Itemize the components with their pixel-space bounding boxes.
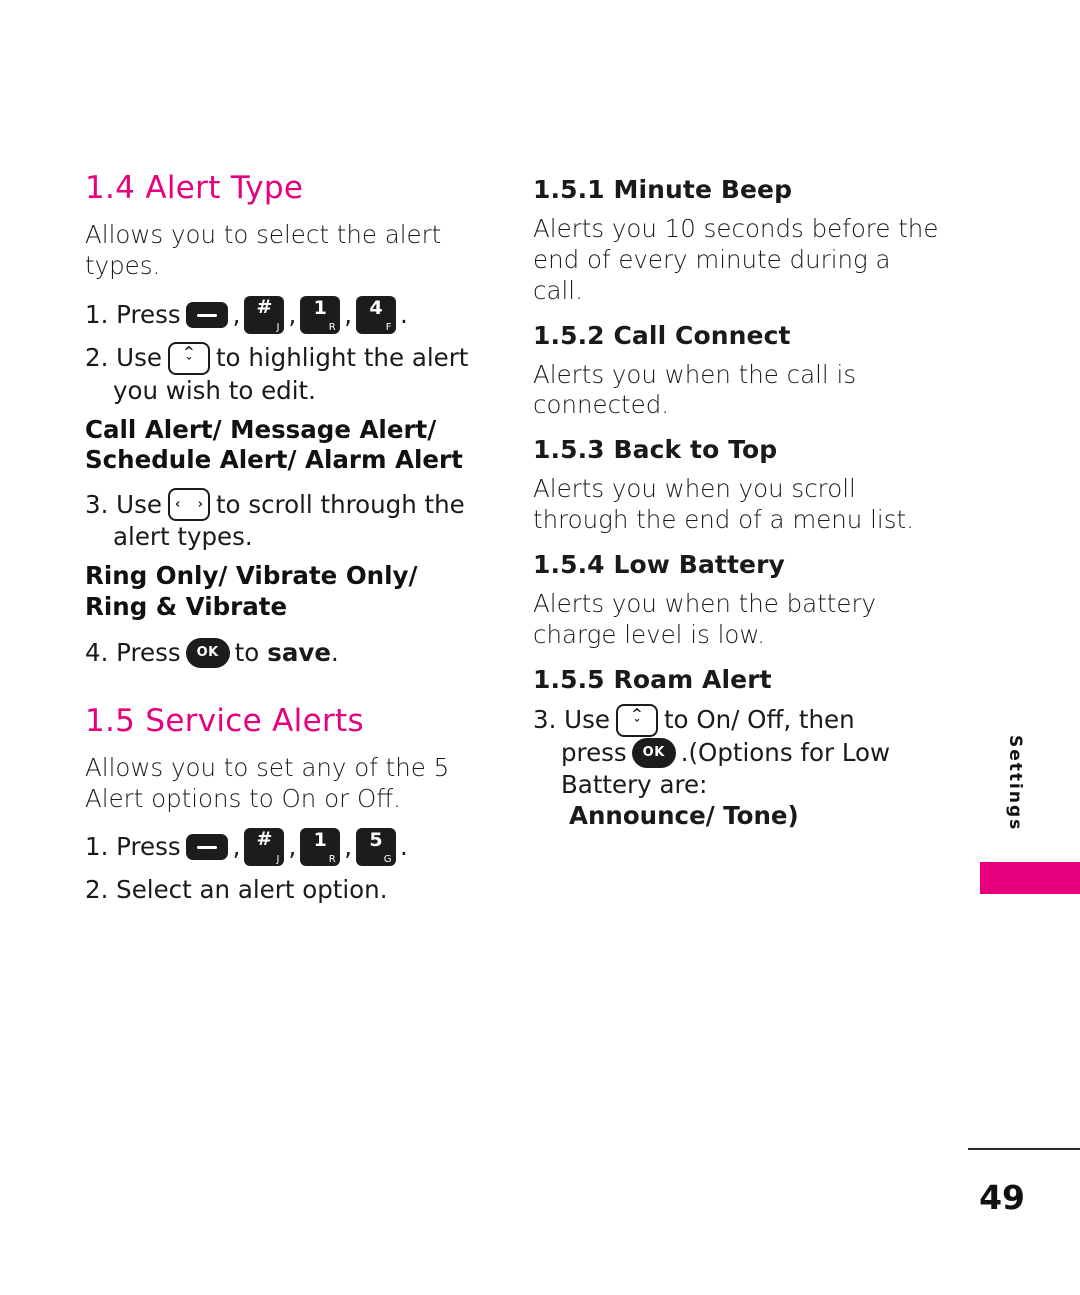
roam-step-battery-label: Battery are: <box>561 769 708 799</box>
step3-label: 3. Use <box>85 489 162 519</box>
left-column: 1.4 Alert Type Allows you to select the … <box>85 170 485 914</box>
chevron-right-icon: › <box>197 497 203 513</box>
four-key-icon: 4 F <box>356 295 397 334</box>
right-column: 1.5.1 Minute Beep Alerts you 10 seconds … <box>533 175 943 840</box>
five-key-sub: G <box>383 854 393 866</box>
footer-divider <box>968 1148 1080 1150</box>
four-key-glyph: 4 <box>369 296 383 319</box>
chevron-down-icon-2: ˇ <box>633 718 641 734</box>
section-heading-alert-type: 1.4 Alert Type <box>85 170 304 206</box>
chevron-left-icon: ‹ <box>174 497 181 513</box>
heading-back-to-top: 1.5.3 Back to Top <box>533 435 778 465</box>
sa-comma-2: , <box>288 832 297 862</box>
hash-key-sub-2: J <box>276 854 280 866</box>
body-low-battery: Alerts you when the battery charge level… <box>533 589 877 649</box>
menu-key-icon <box>185 301 228 328</box>
chevron-down-icon: ˇ <box>185 356 193 372</box>
navigation-up-down-key-icon-2: ^ ˇ <box>615 703 658 737</box>
step4-text: to <box>234 637 260 667</box>
period-2: . <box>330 637 339 667</box>
service-alerts-step-2: 2. Select an alert option. <box>85 875 388 905</box>
step2-continuation: you wish to edit. <box>113 375 316 405</box>
side-tab-accent-bar <box>980 862 1080 894</box>
roam-step-press-label: press <box>561 737 627 767</box>
hash-key-icon: # J <box>244 295 285 334</box>
roam-step-text: to On/ Off, then <box>663 705 855 735</box>
alert-type-step-3: 3. Use ‹ › to scroll through the alert t… <box>85 488 485 553</box>
one-key-glyph-2: 1 <box>313 829 327 852</box>
step2-label: 2. Use <box>85 343 162 373</box>
roam-step-battery-options: Announce/ Tone) <box>569 801 799 831</box>
page-number: 49 <box>979 1178 1025 1217</box>
one-key-sub: R <box>328 321 337 333</box>
step4-label: 4. Press <box>85 637 181 667</box>
heading-minute-beep: 1.5.1 Minute Beep <box>533 175 793 204</box>
ok-key-glyph: OK <box>196 644 219 660</box>
alert-type-step-1: 1. Press , # J , 1 R , 4 F . <box>85 295 485 334</box>
sa-comma-3: , <box>344 832 353 862</box>
sa-comma-1: , <box>232 832 241 862</box>
alert-options-line-2: Schedule Alert/ Alarm Alert <box>85 445 463 475</box>
hash-key-icon-2: # J <box>244 828 285 867</box>
service-alerts-intro: Allows you to set any of the 5 Alert opt… <box>85 752 450 813</box>
hash-key-glyph: # <box>256 295 273 318</box>
ok-key-glyph-2: OK <box>642 744 665 760</box>
ring-options-line-1: Ring Only/ Vibrate Only/ <box>85 561 418 591</box>
body-call-connect: Alerts you when the call is connected. <box>533 359 857 420</box>
alert-options-line-1: Call Alert/ Message Alert/ <box>85 414 437 444</box>
alert-type-step-2: 2. Use ^ ˇ to highlight the alert you wi… <box>85 341 485 407</box>
navigation-up-down-key-icon: ^ ˇ <box>167 341 210 375</box>
one-key-glyph: 1 <box>313 296 327 319</box>
five-key-icon: 5 G <box>356 828 397 867</box>
heading-roam-alert: 1.5.5 Roam Alert <box>533 664 772 694</box>
comma-1: , <box>232 299 241 329</box>
sa-step1-label: 1. Press <box>85 832 181 862</box>
alert-type-intro: Allows you to select the alert types. <box>85 220 442 280</box>
heading-low-battery: 1.5.4 Low Battery <box>533 550 785 580</box>
roam-alert-step: 3. Use ^ ˇ to On/ Off, then press OK .(O… <box>533 703 943 833</box>
body-minute-beep: Alerts you 10 seconds before the end of … <box>533 214 939 305</box>
step2-text: to highlight the alert <box>215 343 469 373</box>
alert-type-step-4: 4. Press OK to save . <box>85 637 485 669</box>
one-key-sub-2: R <box>328 854 337 866</box>
hash-key-sub: J <box>276 321 280 333</box>
manual-page: 1.4 Alert Type Allows you to select the … <box>0 0 1080 1295</box>
comma-3: , <box>344 299 353 329</box>
step1-label: 1. Press <box>85 299 181 329</box>
roam-step-options-text: .(Options for Low <box>680 737 891 767</box>
service-alerts-step-1: 1. Press , # J , 1 R , 5 G . <box>85 828 485 867</box>
roam-step-label: 3. Use <box>533 705 610 735</box>
five-key-glyph: 5 <box>369 829 383 852</box>
comma-2: , <box>288 299 297 329</box>
section-heading-service-alerts: 1.5 Service Alerts <box>85 702 364 739</box>
hash-key-glyph-2: # <box>256 828 273 851</box>
one-key-icon-2: 1 R <box>300 828 341 867</box>
alert-type-options-group-2: Ring Only/ Vibrate Only/ Ring & Vibrate <box>85 561 485 623</box>
one-key-icon: 1 R <box>300 295 341 334</box>
ring-options-line-2: Ring & Vibrate <box>85 591 288 621</box>
step3-continuation: alert types. <box>113 522 253 552</box>
body-back-to-top: Alerts you when you scroll through the e… <box>533 474 914 535</box>
four-key-sub: F <box>385 321 393 333</box>
step4-bold-text: save <box>267 637 331 667</box>
navigation-left-right-key-icon: ‹ › <box>167 488 210 522</box>
menu-key-icon-2 <box>185 834 228 861</box>
ok-key-icon-2: OK <box>631 737 676 768</box>
ok-key-icon: OK <box>185 637 230 668</box>
side-tab-settings: Settings <box>1005 735 1025 832</box>
period-1: . <box>400 299 408 329</box>
step3-text: to scroll through the <box>215 489 465 519</box>
alert-type-options-group-1: Call Alert/ Message Alert/ Schedule Aler… <box>85 415 485 477</box>
heading-call-connect: 1.5.2 Call Connect <box>533 320 791 350</box>
sa-period: . <box>400 832 408 862</box>
